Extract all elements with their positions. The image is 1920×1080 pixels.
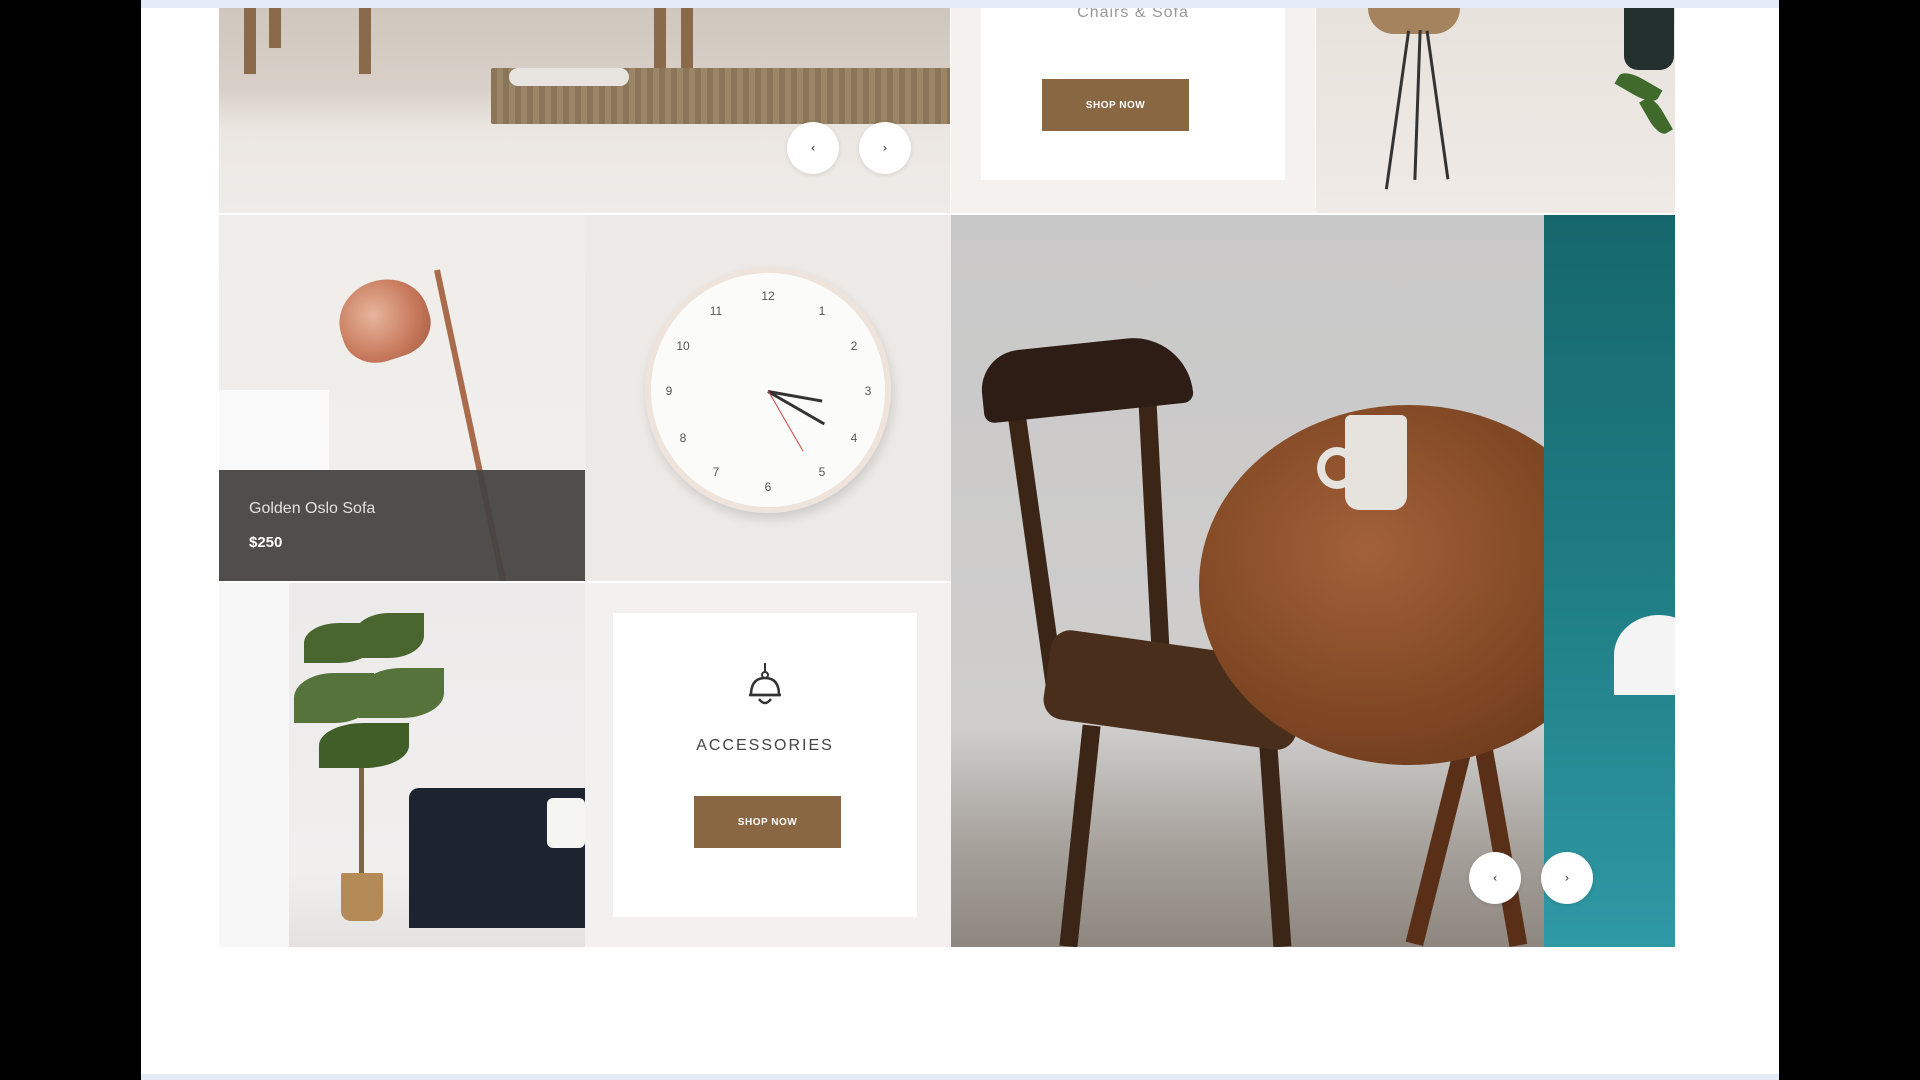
plant-interior-image[interactable]	[219, 583, 585, 947]
plant-leaf	[1614, 67, 1663, 107]
plant-leaf	[319, 723, 409, 768]
white-wall-panel	[219, 583, 289, 947]
clock-number: 6	[764, 480, 772, 494]
clock-face: 12 1 2 3 4 5 6 7 8 9 10 11	[645, 267, 891, 513]
clock-number: 7	[712, 465, 720, 479]
sofa-leg	[244, 8, 256, 74]
product-caption: Golden Oslo Sofa $250	[219, 470, 585, 581]
copper-lamp-shade	[328, 268, 440, 372]
next-slide-preview	[1544, 215, 1675, 947]
clock-number: 3	[864, 384, 872, 398]
clock-number: 10	[676, 339, 690, 353]
stool-leg	[1425, 30, 1450, 180]
chevron-left-icon: ‹	[1492, 871, 1498, 885]
viewport-bottom-edge	[141, 1074, 1779, 1080]
sofa-banner-image[interactable]: ‹ ›	[219, 8, 950, 213]
chairs-sofa-shop-now-button[interactable]: SHOP NOW	[1042, 79, 1189, 131]
chairs-sofa-title: Chairs & Sofa	[1077, 8, 1189, 21]
slider-next-button[interactable]: ›	[1541, 852, 1593, 904]
chair-table-slider-image[interactable]: ‹ ›	[951, 215, 1675, 947]
chevron-right-icon: ›	[882, 141, 888, 155]
stool-leg	[1413, 29, 1422, 181]
lamp-product-tile[interactable]: Golden Oslo Sofa $250	[219, 215, 585, 581]
clock-number: 1	[818, 304, 826, 318]
plant-leaf	[359, 668, 444, 718]
wall-clock-image[interactable]: 12 1 2 3 4 5 6 7 8 9 10 11	[585, 215, 951, 581]
slippers	[509, 68, 629, 86]
clock-number: 12	[761, 289, 775, 303]
browser-viewport: ‹ › Chairs & Sofa SHOP NOW Golden Oslo S…	[141, 0, 1779, 1080]
banner-prev-button[interactable]: ‹	[787, 122, 839, 174]
chairs-sofa-category-tile: Chairs & Sofa SHOP NOW	[951, 8, 1315, 213]
vase	[1624, 8, 1674, 70]
chevron-right-icon: ›	[1564, 871, 1570, 885]
table-leg	[1472, 735, 1528, 947]
sofa-cushion	[547, 798, 585, 848]
sofa-leg	[359, 8, 371, 74]
clock-number: 11	[709, 304, 723, 318]
plant-leaf	[1639, 94, 1673, 138]
sofa-leg	[269, 8, 281, 48]
slider-prev-button[interactable]: ‹	[1469, 852, 1521, 904]
chair-leg	[1059, 724, 1101, 947]
clock-number: 9	[665, 384, 673, 398]
viewport-top-edge	[141, 0, 1779, 8]
coffee-cup	[1345, 415, 1407, 510]
stool-leg	[1384, 30, 1411, 190]
plant-pot	[341, 873, 383, 921]
product-name[interactable]: Golden Oslo Sofa	[249, 500, 375, 518]
accessories-category-tile: ACCESSORIES SHOP NOW	[585, 583, 951, 947]
clock-number: 5	[818, 465, 826, 479]
banner-next-button[interactable]: ›	[859, 122, 911, 174]
chair-backrest	[977, 332, 1195, 424]
chevron-left-icon: ‹	[810, 141, 816, 155]
accessories-card: ACCESSORIES SHOP NOW	[613, 613, 917, 917]
plant-leaf	[354, 613, 424, 658]
lamp-icon	[749, 663, 781, 705]
table-leg	[1405, 735, 1475, 947]
stool-image[interactable]	[1316, 8, 1675, 213]
clock-number: 8	[679, 431, 687, 445]
accessories-shop-now-button[interactable]: SHOP NOW	[694, 796, 841, 848]
chair-leg	[1258, 734, 1292, 947]
clock-number: 2	[850, 339, 858, 353]
accessories-title: ACCESSORIES	[696, 737, 834, 754]
pendant-lamp	[1614, 615, 1675, 695]
clock-number: 4	[850, 431, 858, 445]
chairs-sofa-card: Chairs & Sofa SHOP NOW	[981, 8, 1285, 180]
stool-seat	[1368, 8, 1460, 34]
product-price: $250	[249, 534, 283, 551]
